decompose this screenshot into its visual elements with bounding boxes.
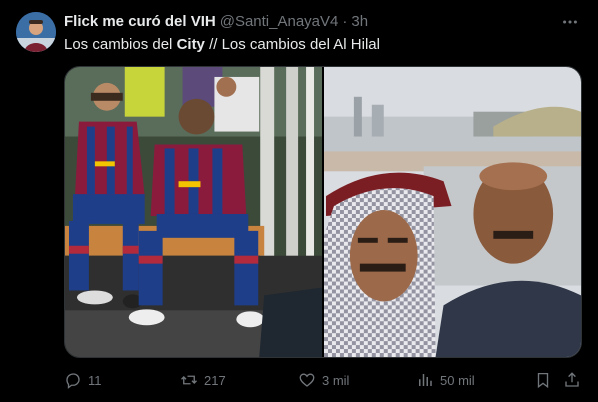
avatar[interactable]: [16, 12, 56, 52]
tweet[interactable]: Flick me curó del VIH @Santi_AnayaV4 · 3…: [0, 0, 598, 402]
user-handle[interactable]: @Santi_AnayaV4: [220, 13, 339, 30]
like-count: 3 mil: [322, 372, 350, 388]
separator-dot: ·: [342, 13, 348, 30]
tweet-text: Los cambios del City // Los cambios del …: [64, 35, 582, 55]
bookmark-icon: [537, 372, 549, 389]
like-button[interactable]: 3 mil: [298, 368, 349, 392]
share-button[interactable]: [563, 368, 587, 392]
views-button[interactable]: 50 mil: [416, 368, 475, 392]
retweet-button[interactable]: 217: [180, 368, 226, 392]
tweet-header: Flick me curó del VIH @Santi_AnayaV4 · 3…: [64, 13, 538, 30]
reply-icon: [66, 373, 80, 389]
display-name[interactable]: Flick me curó del VIH: [64, 13, 216, 30]
more-icon[interactable]: [560, 12, 580, 32]
views-icon: [419, 374, 432, 386]
share-icon: [565, 372, 579, 387]
timestamp[interactable]: 3h: [351, 13, 368, 30]
views-count: 50 mil: [440, 372, 475, 388]
reply-button[interactable]: 11: [64, 368, 102, 392]
tweet-text-part2: // Los cambios del Al Hilal: [204, 36, 380, 53]
media-grid: [64, 66, 582, 358]
reply-count: 11: [88, 372, 102, 388]
media-image-left[interactable]: [65, 67, 322, 357]
tweet-text-bold: City: [176, 36, 205, 53]
action-bar: 11 217 3 mil 50 mil: [64, 368, 582, 392]
retweet-count: 217: [204, 372, 226, 388]
retweet-icon: [181, 375, 197, 385]
heart-icon: [299, 373, 315, 387]
media-image-right[interactable]: [324, 67, 581, 357]
tweet-text-part1: Los cambios del: [64, 36, 177, 53]
bookmark-button[interactable]: [534, 368, 558, 392]
